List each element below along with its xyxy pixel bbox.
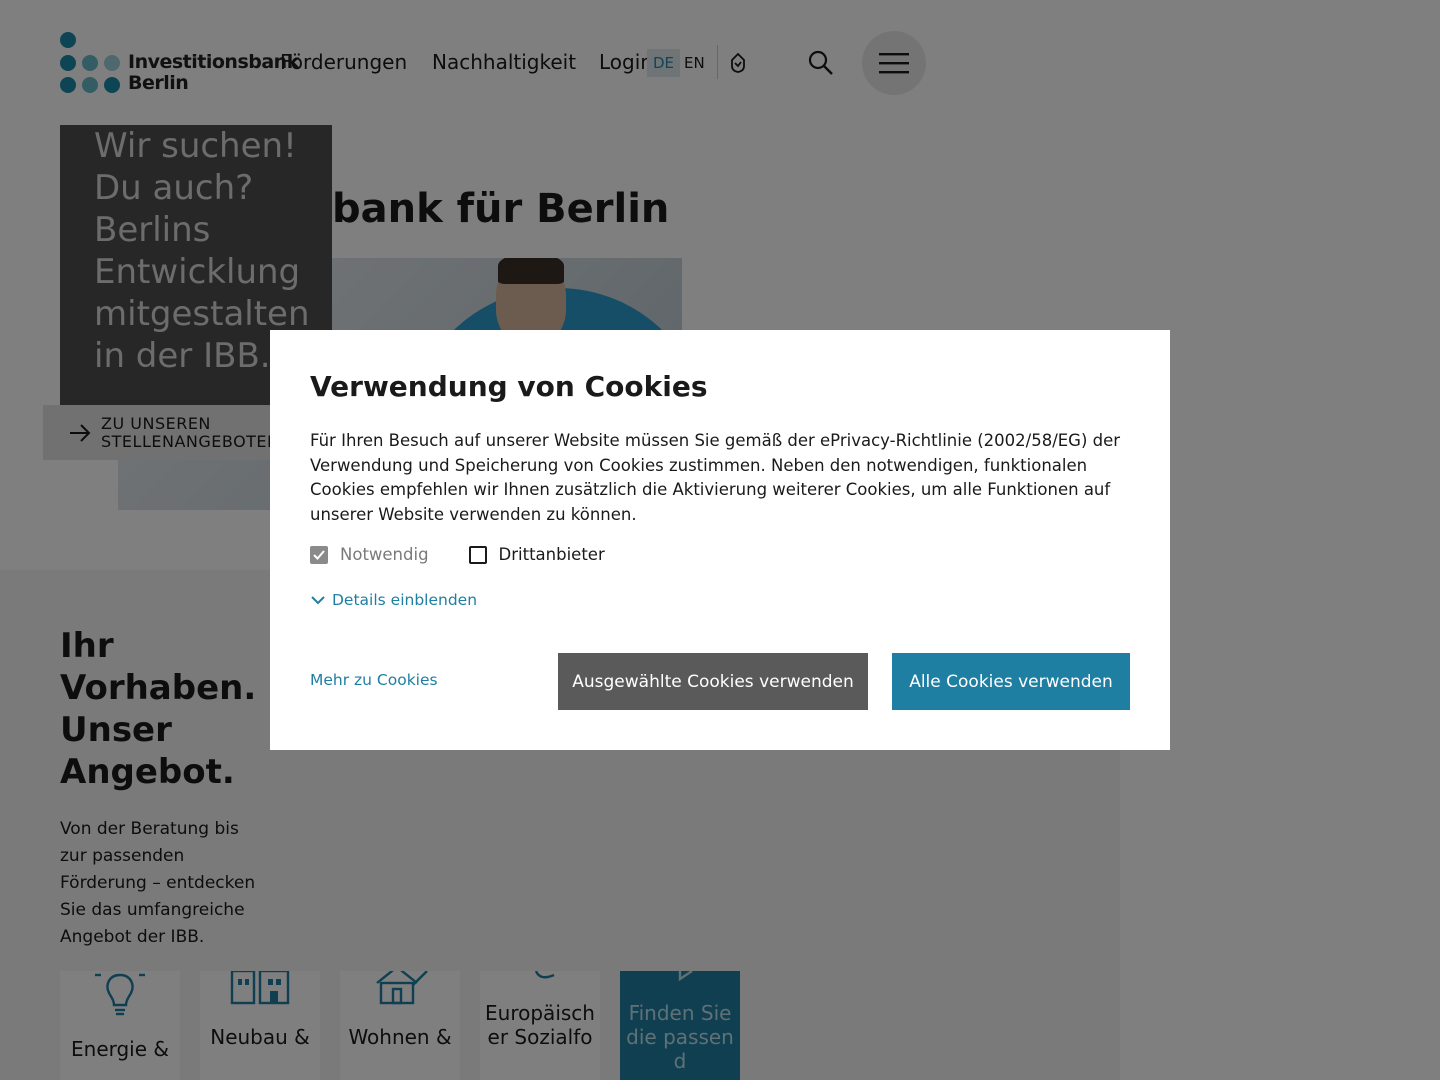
cookie-dialog-title: Verwendung von Cookies — [310, 370, 708, 403]
use-all-cookies-button[interactable]: Alle Cookies verwenden — [892, 653, 1130, 710]
third-party-label: Drittanbieter — [498, 545, 605, 564]
third-party-checkbox[interactable] — [468, 545, 487, 564]
chevron-down-icon — [311, 596, 325, 605]
more-cookies-link[interactable]: Mehr zu Cookies — [310, 671, 438, 689]
use-selected-cookies-button[interactable]: Ausgewählte Cookies verwenden — [558, 653, 868, 710]
cookie-dialog: Verwendung von Cookies Für Ihren Besuch … — [270, 330, 1170, 750]
necessary-label: Notwendig — [340, 545, 429, 564]
cookie-options: Notwendig Drittanbieter — [310, 545, 605, 564]
details-toggle[interactable]: Details einblenden — [310, 591, 477, 609]
checkmark-icon — [313, 549, 325, 560]
necessary-checkbox[interactable] — [310, 545, 328, 564]
cookie-dialog-text: Für Ihren Besuch auf unserer Website müs… — [310, 431, 1121, 524]
details-toggle-label: Details einblenden — [332, 591, 478, 609]
